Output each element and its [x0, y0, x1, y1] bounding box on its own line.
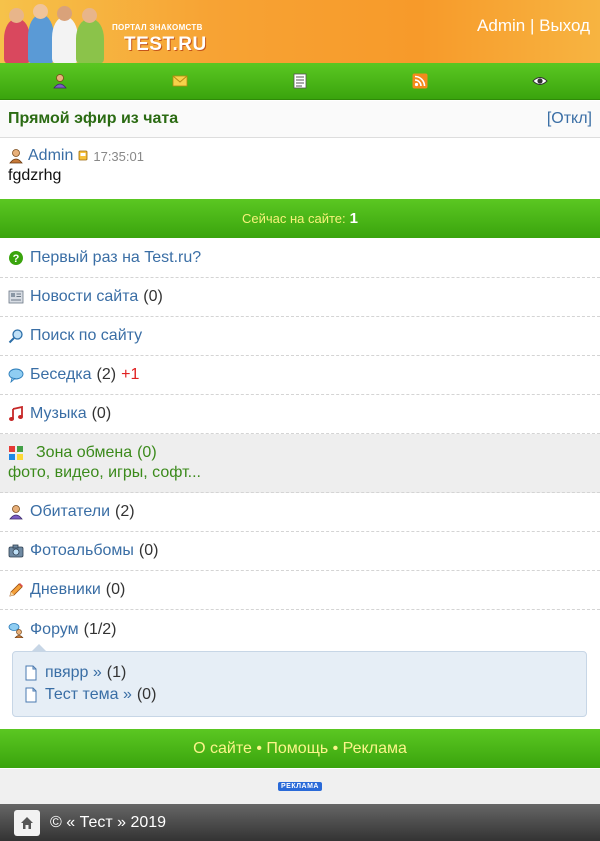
copyright-bar: © « Тест » 2019	[0, 804, 600, 841]
user-links: Admin | Выход	[477, 16, 590, 36]
chat-bubble-icon	[8, 368, 24, 383]
menu-item-first-time[interactable]: ? Первый раз на Test.ru?	[0, 239, 600, 278]
camera-icon	[8, 544, 24, 558]
ad-badge[interactable]: РЕКЛАМА	[278, 782, 322, 791]
menu-item-count: (0)	[143, 288, 163, 305]
menu-item-label: Фотоальбомы	[30, 542, 134, 559]
copyright-text: © « Тест » 2019	[50, 813, 167, 831]
forum-topic[interactable]: пвярр » (1)	[23, 662, 576, 684]
user-profile-link[interactable]: Admin	[477, 16, 525, 35]
home-icon	[21, 816, 33, 829]
forum-topic-count: (0)	[136, 686, 157, 703]
menu-item-forum[interactable]: Форум (1/2)	[0, 610, 600, 649]
menu-item-albums[interactable]: Фотоальбомы (0)	[0, 532, 600, 571]
nav-rss[interactable]	[360, 63, 480, 99]
menu-item-label: Форум	[30, 620, 79, 638]
main-nav-iconbar	[0, 63, 600, 100]
menu-item-count: (0)	[137, 444, 157, 461]
site-header: ПОРТАЛ ЗНАКОМСТВ TEST.RU Admin | Выход	[0, 0, 600, 63]
menu-item-search[interactable]: Поиск по сайту	[0, 317, 600, 356]
document-icon	[25, 665, 37, 681]
menu-item-count: (0)	[105, 581, 126, 598]
menu-item-label: Обитатели	[30, 503, 111, 520]
grid-apps-icon	[9, 446, 23, 460]
menu-item-count: (2)	[96, 366, 117, 383]
menu-item-label: Беседка	[30, 366, 92, 383]
menu-item-exchange[interactable]: Зона обмена (0) фото, видео, игры, софт.…	[0, 434, 600, 493]
svg-text:?: ?	[13, 253, 20, 265]
nav-watch[interactable]	[480, 63, 600, 99]
logout-link[interactable]: Выход	[539, 16, 590, 35]
footer-links[interactable]: О сайте • Помощь • Реклама	[0, 729, 600, 768]
nav-profile[interactable]	[0, 63, 120, 99]
menu-item-news[interactable]: Новости сайта (0)	[0, 278, 600, 317]
header-people-illustration	[0, 0, 110, 63]
menu-item-label: Зона обмена	[36, 444, 133, 461]
menu-item-chat[interactable]: Беседка (2) +1	[0, 356, 600, 395]
menu-item-label: Поиск по сайту	[30, 327, 143, 344]
menu-item-residents[interactable]: Обитатели (2)	[0, 493, 600, 532]
notes-icon	[293, 73, 307, 89]
user-icon	[9, 505, 23, 520]
search-icon	[8, 329, 23, 344]
menu-item-count: (1/2)	[83, 620, 117, 638]
online-counter-bar: Сейчас на сайте: 1	[0, 199, 600, 238]
user-links-separator: |	[529, 16, 535, 35]
menu-item-label: Дневники	[30, 581, 101, 598]
music-note-icon	[9, 406, 23, 421]
profile-icon	[53, 74, 67, 89]
help-icon: ?	[9, 251, 23, 265]
chat-message-text: fgdzrhg	[8, 167, 62, 184]
nav-notes[interactable]	[240, 63, 360, 99]
menu-item-label: Новости сайта	[30, 288, 139, 305]
live-chat-message: Admin 17:35:01 fgdzrhg	[0, 139, 600, 199]
menu-item-diaries[interactable]: Дневники (0)	[0, 571, 600, 610]
forum-topic-title[interactable]: Тест тема »	[45, 686, 132, 704]
menu-item-count: (0)	[138, 542, 159, 559]
live-chat-title: Прямой эфир из чата	[8, 110, 179, 127]
rss-icon	[412, 73, 428, 89]
pencil-icon	[9, 583, 23, 597]
forum-topics-box: пвярр » (1) Тест тема » (0)	[12, 644, 587, 717]
site-logo[interactable]: TEST.RU	[124, 34, 207, 56]
menu-item-new-count: +1	[121, 366, 140, 383]
document-icon	[25, 687, 37, 703]
ad-row: РЕКЛАМА	[0, 769, 600, 804]
menu-item-music[interactable]: Музыка (0)	[0, 395, 600, 434]
forum-icon	[8, 622, 24, 638]
chat-time: 17:35:01	[93, 148, 144, 164]
logo-tagline: ПОРТАЛ ЗНАКОМСТВ	[112, 23, 203, 32]
online-status-icon	[78, 150, 88, 161]
admin-avatar-icon	[9, 149, 23, 164]
menu-item-subtitle: фото, видео, игры, софт...	[8, 464, 201, 481]
menu-item-label: Первый раз на Test.ru?	[30, 249, 202, 266]
forum-topic-count: (1)	[106, 664, 127, 681]
forum-topic[interactable]: Тест тема » (0)	[23, 684, 576, 706]
nav-mail[interactable]	[120, 63, 240, 99]
live-chat-header: Прямой эфир из чата [Откл]	[0, 101, 600, 138]
home-button[interactable]	[14, 809, 40, 836]
online-label: Сейчас на сайте:	[241, 211, 346, 226]
live-chat-toggle[interactable]: [Откл]	[547, 110, 592, 128]
forum-topic-title[interactable]: пвярр »	[45, 664, 102, 682]
news-icon	[8, 290, 24, 304]
mail-icon	[172, 75, 188, 87]
chat-author[interactable]: Admin	[28, 147, 73, 165]
menu-item-label: Музыка	[30, 405, 87, 422]
menu-item-count: (0)	[91, 405, 112, 422]
eye-icon	[532, 77, 548, 85]
online-count[interactable]: 1	[350, 210, 358, 227]
menu-item-count: (2)	[115, 503, 135, 520]
main-menu: ? Первый раз на Test.ru? Новости сайта (…	[0, 239, 600, 649]
